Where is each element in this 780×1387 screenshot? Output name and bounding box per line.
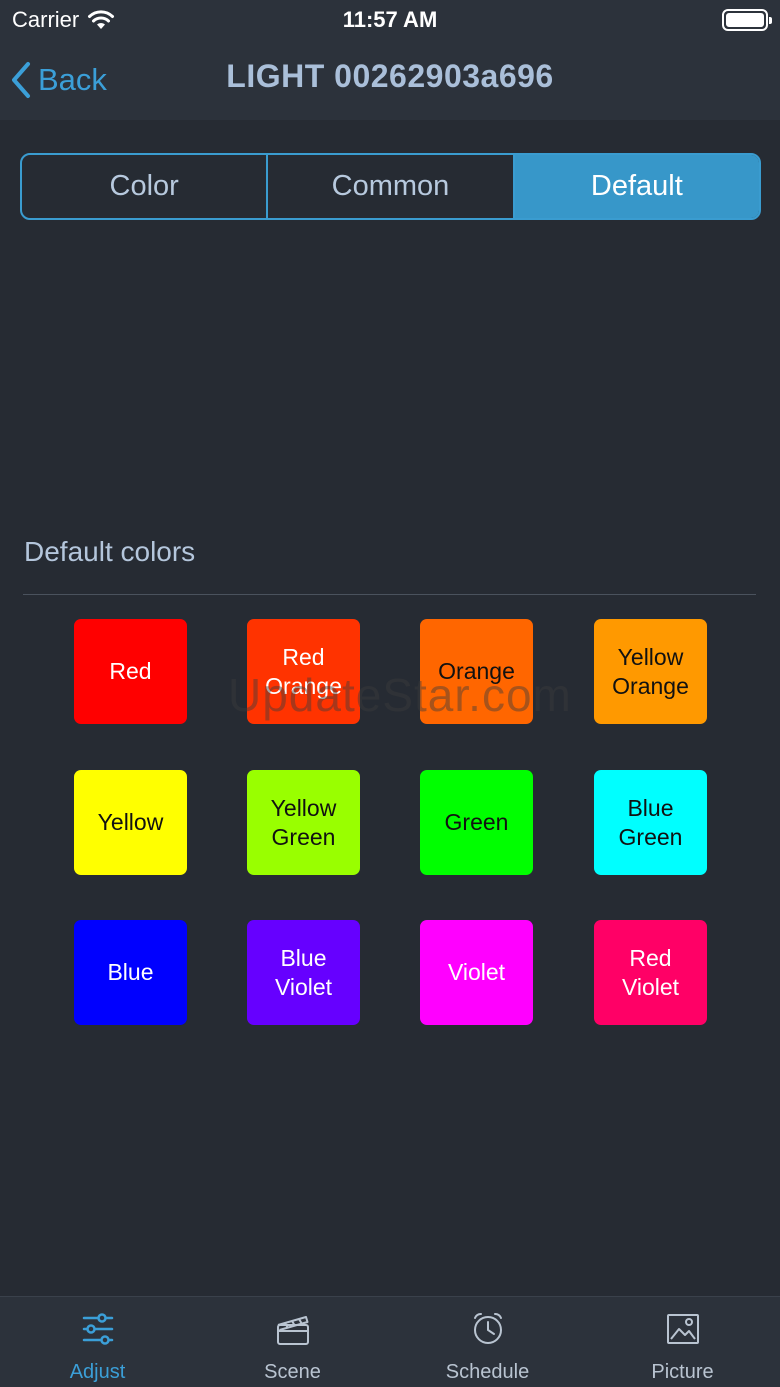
swatch-label: Red Orange <box>265 643 342 699</box>
color-swatch-blue-green[interactable]: Blue Green <box>594 770 707 875</box>
color-swatch-yellow[interactable]: Yellow <box>74 770 187 875</box>
image-icon <box>666 1314 699 1344</box>
color-swatch-yellow-orange[interactable]: Yellow Orange <box>594 619 707 724</box>
tab-picture[interactable]: Picture <box>585 1297 780 1387</box>
segment-common[interactable]: Common <box>266 155 512 218</box>
color-swatch-orange[interactable]: Orange <box>420 619 533 724</box>
tab-label: Picture <box>651 1361 714 1383</box>
swatch-label: Orange <box>438 658 515 684</box>
tab-label: Adjust <box>69 1361 126 1383</box>
tab-label: Schedule <box>445 1361 530 1383</box>
swatch-label: Violet <box>447 959 506 985</box>
tab-schedule[interactable]: Schedule <box>390 1297 585 1387</box>
swatch-label: Blue Green <box>618 794 683 850</box>
alarm-clock-icon <box>473 1313 502 1344</box>
swatch-label: Yellow Orange <box>612 643 689 699</box>
mode-segmented-control: Color Common Default <box>20 153 761 220</box>
sliders-icon <box>82 1313 113 1345</box>
tab-scene[interactable]: Scene <box>195 1297 390 1387</box>
color-swatch-red-violet[interactable]: Red Violet <box>594 920 707 1025</box>
color-swatch-red[interactable]: Red <box>74 619 187 724</box>
tab-bar: Adjust Scene Schedule Picture <box>0 1296 780 1387</box>
swatch-label: Green <box>444 809 509 835</box>
clock: 11:57 AM <box>342 7 438 32</box>
segment-color[interactable]: Color <box>22 155 266 218</box>
section-title: Default colors <box>24 536 196 567</box>
color-swatch-blue-violet[interactable]: Blue Violet <box>247 920 360 1025</box>
swatch-label: Red <box>109 658 152 684</box>
segment-default[interactable]: Default <box>512 155 759 218</box>
tab-label: Scene <box>264 1361 321 1383</box>
color-swatch-blue[interactable]: Blue <box>74 920 187 1025</box>
status-bar: Carrier 11:57 AM <box>0 0 780 40</box>
battery-icon <box>722 9 772 31</box>
color-swatch-red-orange[interactable]: Red Orange <box>247 619 360 724</box>
divider <box>23 594 756 595</box>
color-swatch-green[interactable]: Green <box>420 770 533 875</box>
navigation-bar: Back LIGHT 00262903a696 <box>0 40 780 120</box>
color-swatch-yellow-green[interactable]: Yellow Green <box>247 770 360 875</box>
clapperboard-icon <box>276 1316 309 1345</box>
page-title: LIGHT 00262903a696 <box>226 58 554 94</box>
swatch-label: Red Violet <box>621 944 680 1000</box>
swatch-label: Blue <box>107 959 154 985</box>
tab-adjust[interactable]: Adjust <box>0 1297 195 1387</box>
swatch-label: Yellow <box>97 809 164 835</box>
swatch-label: Yellow Green <box>270 794 337 850</box>
color-swatch-violet[interactable]: Violet <box>420 920 533 1025</box>
swatch-label: Blue Violet <box>274 944 333 1000</box>
